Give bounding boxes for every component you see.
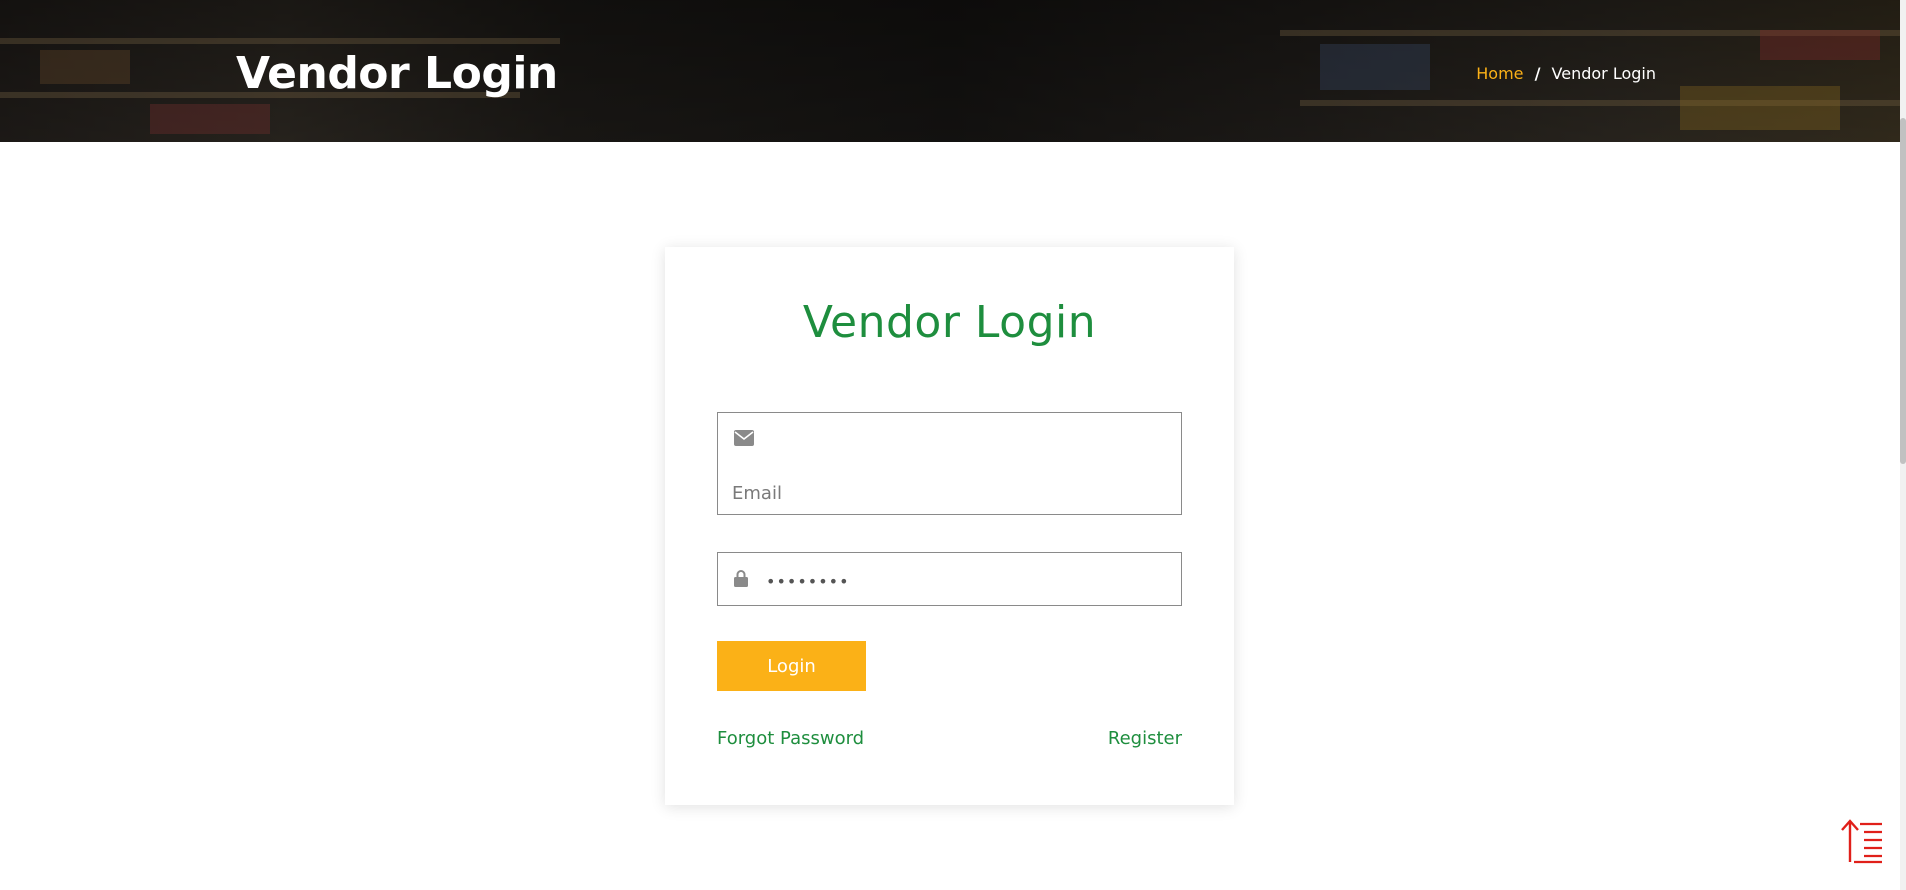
banner-stock [40, 50, 130, 84]
register-link[interactable]: Register [1108, 728, 1182, 749]
login-button[interactable]: Login [717, 641, 866, 691]
breadcrumb: Home / Vendor Login [1476, 64, 1656, 83]
hero-banner: Vendor Login Home / Vendor Login [0, 0, 1900, 142]
back-to-top-button[interactable] [1840, 818, 1884, 864]
envelope-icon [734, 430, 754, 451]
email-field[interactable] [717, 412, 1182, 515]
login-card-title: Vendor Login [802, 297, 1097, 348]
password-input[interactable] [764, 567, 1168, 595]
email-input[interactable] [730, 479, 1164, 507]
banner-shelf [0, 38, 560, 44]
forgot-password-link[interactable]: Forgot Password [717, 728, 864, 749]
login-card: Vendor Login Login Forgot Password Regis… [665, 247, 1234, 805]
banner-stock [1320, 44, 1430, 90]
banner-stock [1760, 30, 1880, 60]
banner-stock [1680, 86, 1840, 130]
page-title: Vendor Login [236, 48, 558, 99]
page: Vendor Login Home / Vendor Login Vendor … [0, 0, 1906, 890]
scrollbar-thumb[interactable] [1900, 118, 1906, 464]
password-field[interactable] [717, 552, 1182, 606]
breadcrumb-current: Vendor Login [1551, 64, 1656, 83]
back-to-top-icon [1841, 819, 1882, 864]
lock-icon [734, 569, 748, 592]
breadcrumb-separator: / [1534, 64, 1541, 83]
scrollbar[interactable] [1900, 0, 1906, 890]
breadcrumb-home-link[interactable]: Home [1476, 64, 1523, 83]
banner-stock [150, 104, 270, 134]
